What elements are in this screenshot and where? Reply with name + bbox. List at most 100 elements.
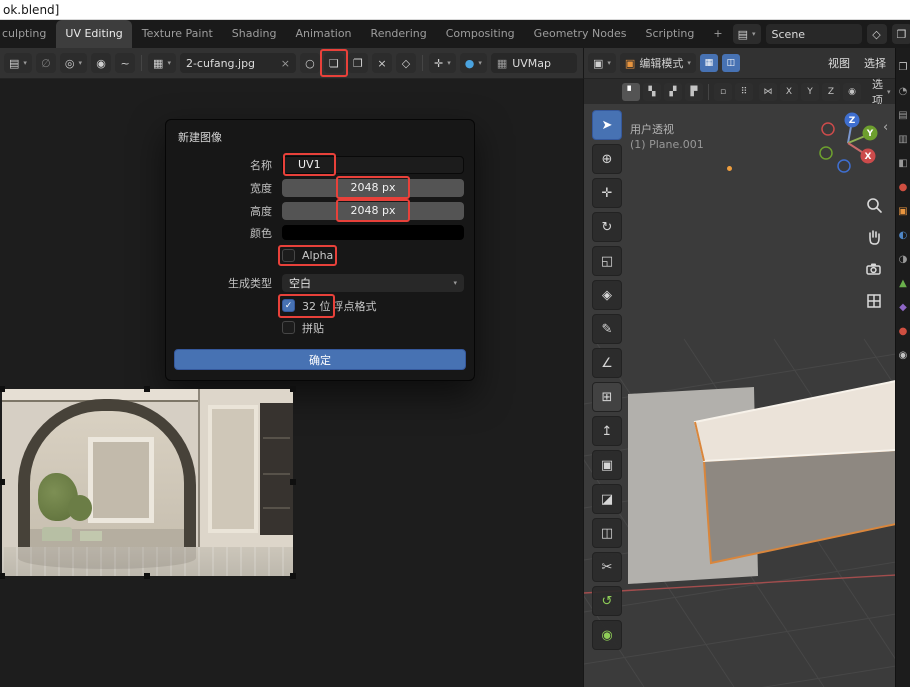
image-browse-button[interactable]: ▦ ▾ (148, 53, 176, 73)
name-input[interactable]: UV1 (282, 156, 464, 174)
height-input[interactable]: 2048 px (282, 202, 464, 220)
uv-editor-canvas[interactable]: 新建图像 名称 UV1 宽度 2048 px 高度 2048 px 颜色 Alp… (0, 79, 583, 687)
uv-sync-toggle[interactable]: ▦ (700, 54, 718, 72)
zoom-icon[interactable] (865, 196, 883, 214)
loop-cut-tool[interactable]: ◫ (592, 518, 622, 548)
properties-tab-object[interactable]: ▣ (898, 206, 907, 218)
select-mode-face[interactable]: ▞ (664, 83, 682, 101)
selection-handle[interactable] (0, 386, 5, 392)
float-checkbox-group[interactable]: 32 位 (282, 298, 331, 314)
select-menu[interactable]: 选择 (859, 55, 891, 71)
move-tool[interactable]: ✛ (592, 178, 622, 208)
properties-tab-modifiers[interactable]: ◐ (899, 230, 908, 242)
selection-handle[interactable] (0, 479, 5, 485)
cursor-tool[interactable]: ⊕ (592, 144, 622, 174)
tiled-checkbox-group[interactable]: 拼贴 (282, 320, 324, 336)
properties-tab[interactable]: ◔ (899, 86, 908, 98)
properties-tab[interactable]: ▤ (898, 110, 907, 122)
gizmos-dropdown[interactable]: ✛ ▾ (429, 53, 456, 73)
inset-faces-tool[interactable]: ▣ (592, 450, 622, 480)
extrude-region-tool[interactable]: ↥ (592, 416, 622, 446)
snap-dots-button[interactable]: ⠿ (735, 83, 753, 101)
selection-handle[interactable] (290, 573, 296, 579)
tab-geometry-nodes[interactable]: Geometry Nodes (525, 20, 636, 48)
selection-handle[interactable] (290, 386, 296, 392)
viewport-canvas[interactable]: 用户透视 (1) Plane.001 ‹ ➤ ⊕ ✛ ↻ ◱ ◈ ✎ ∠ ⊞ ↥… (583, 104, 895, 687)
properties-tab[interactable]: ◧ (898, 158, 907, 170)
properties-tab[interactable]: ▥ (898, 134, 907, 146)
mirror-y-button[interactable]: Y (801, 83, 819, 101)
tiled-checkbox[interactable] (282, 321, 295, 334)
add-cube-tool[interactable]: ⊞ (592, 382, 622, 412)
tab-rendering[interactable]: Rendering (362, 20, 436, 48)
width-input[interactable]: 2048 px (282, 179, 464, 197)
scale-tool[interactable]: ◱ (592, 246, 622, 276)
uv-reference-image[interactable] (2, 389, 293, 576)
new-image-button[interactable]: ❏ (324, 53, 344, 73)
alpha-checkbox-group[interactable]: Alpha (282, 249, 333, 262)
tab-animation[interactable]: Animation (286, 20, 360, 48)
mirror-icon[interactable]: ⋈ (759, 83, 777, 101)
selection-handle[interactable] (290, 479, 296, 485)
overlays-dropdown[interactable]: ● ▾ (460, 53, 487, 73)
editor-type-button[interactable]: ▤ ▾ (4, 53, 32, 73)
editor-type-button[interactable]: ▣ ▾ (588, 53, 616, 73)
measure-tool[interactable]: ∠ (592, 348, 622, 378)
pivot-point-button[interactable]: ◎ ▾ (60, 53, 87, 73)
transform-tool[interactable]: ◈ (592, 280, 622, 310)
properties-tab[interactable]: ❐ (899, 62, 908, 74)
bevel-tool[interactable]: ◪ (592, 484, 622, 514)
selection-handle[interactable] (0, 573, 5, 579)
proportional-edit-icon[interactable]: ◉ (843, 83, 861, 101)
selection-handle[interactable] (144, 386, 150, 392)
sidebar-collapse-arrow[interactable]: ‹ (883, 120, 888, 135)
color-swatch[interactable] (282, 225, 464, 240)
image-name-field[interactable]: 2-cufang.jpg × (180, 53, 296, 73)
navigation-gizmo[interactable]: Z Y X (816, 110, 880, 174)
view-menu[interactable]: 视图 (823, 55, 855, 71)
proportional-edit-icon[interactable]: ◉ (91, 53, 111, 73)
selection-handle[interactable] (144, 573, 150, 579)
properties-tab-world[interactable]: ● (899, 182, 908, 194)
add-workspace-button[interactable]: + (704, 20, 731, 48)
pin-icon[interactable]: ◇ (396, 53, 416, 73)
select-mode-edge[interactable]: ▚ (643, 83, 661, 101)
view-layer-selector[interactable]: ▤ ▾ (733, 24, 761, 44)
open-image-button[interactable]: ❐ (348, 53, 368, 73)
select-mode-vertex[interactable]: ▘ (622, 83, 640, 101)
broken-link-icon[interactable]: ∅ (36, 53, 56, 73)
unlink-image-button[interactable]: × (372, 53, 392, 73)
pin-icon[interactable]: ◇ (867, 24, 887, 44)
properties-tab-material[interactable]: ● (899, 326, 908, 338)
scene-selector[interactable]: Scene (766, 24, 862, 44)
falloff-curve-icon[interactable]: ~ (115, 53, 135, 73)
fake-user-icon[interactable]: ○ (300, 53, 320, 73)
properties-tab[interactable]: ◑ (899, 254, 908, 266)
tab-sculpting[interactable]: culpting (0, 20, 55, 48)
knife-tool[interactable]: ✂ (592, 552, 622, 582)
float-checkbox[interactable] (282, 299, 295, 312)
select-mode-island[interactable]: ▛ (685, 83, 703, 101)
mirror-x-button[interactable]: X (780, 83, 798, 101)
annotate-tool[interactable]: ✎ (592, 314, 622, 344)
tab-texture-paint[interactable]: Texture Paint (133, 20, 222, 48)
xray-toggle[interactable]: ◫ (722, 54, 740, 72)
tab-scripting[interactable]: Scripting (636, 20, 703, 48)
rotate-tool[interactable]: ↻ (592, 212, 622, 242)
close-icon[interactable]: × (281, 57, 290, 70)
properties-tab-data[interactable]: ▲ (899, 278, 907, 290)
camera-view-icon[interactable] (865, 260, 883, 278)
grid-ortho-icon[interactable] (865, 292, 883, 310)
new-window-icon[interactable]: ❐ (892, 24, 910, 44)
mode-selector[interactable]: ▣ 编辑模式 ▾ (620, 53, 696, 73)
mirror-z-button[interactable]: Z (822, 83, 840, 101)
smooth-tool[interactable]: ◉ (592, 620, 622, 650)
properties-tab[interactable]: ◉ (899, 350, 908, 362)
alpha-checkbox[interactable] (282, 249, 295, 262)
spin-tool[interactable]: ↺ (592, 586, 622, 616)
properties-tab-physics[interactable]: ◆ (899, 302, 907, 314)
tweak-select-tool[interactable]: ➤ (592, 110, 622, 140)
tab-uv-editing[interactable]: UV Editing (56, 20, 131, 48)
tab-shading[interactable]: Shading (223, 20, 286, 48)
ok-button[interactable]: 确定 (174, 349, 466, 370)
